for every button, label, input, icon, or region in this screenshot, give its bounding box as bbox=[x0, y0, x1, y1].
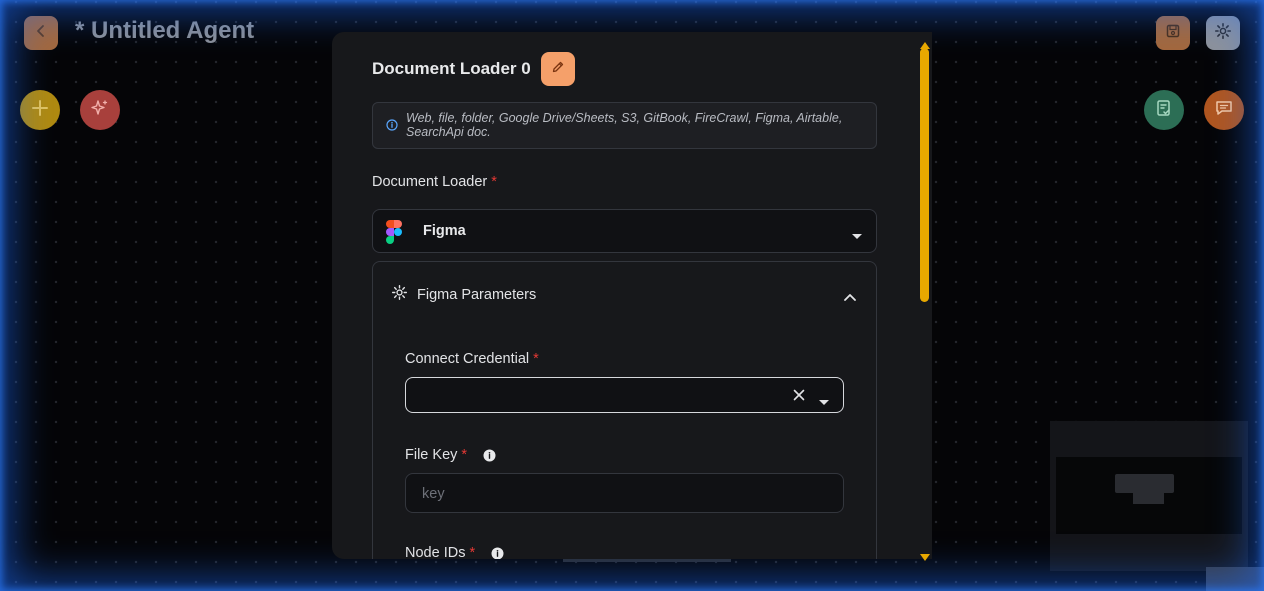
caret-down-icon bbox=[852, 227, 862, 245]
clear-icon[interactable] bbox=[793, 388, 805, 406]
node-config-dialog: Document Loader 0 Web, file, folder, Goo… bbox=[332, 32, 932, 559]
minimap-node bbox=[1115, 474, 1174, 493]
generate-button[interactable] bbox=[80, 90, 120, 130]
file-key-input[interactable] bbox=[420, 474, 824, 514]
minimap-node bbox=[1133, 493, 1164, 504]
sparkles-icon bbox=[90, 98, 110, 123]
file-key-label-text: File Key bbox=[405, 447, 458, 463]
validate-button[interactable] bbox=[1144, 90, 1184, 130]
chevron-up-icon[interactable] bbox=[844, 288, 856, 306]
required-mark: * bbox=[461, 447, 468, 463]
file-key-label: File Key * bbox=[405, 447, 496, 463]
save-button[interactable] bbox=[1156, 16, 1190, 50]
required-mark: * bbox=[533, 351, 539, 367]
document-loader-select[interactable]: Figma bbox=[372, 209, 877, 253]
node-ids-label: Node IDs * bbox=[405, 545, 504, 559]
parameters-title: Figma Parameters bbox=[417, 286, 537, 303]
agent-title: * Untitled Agent bbox=[75, 17, 255, 44]
gear-icon bbox=[1214, 22, 1232, 45]
caret-down-icon[interactable] bbox=[819, 393, 829, 411]
node-ids-label-text: Node IDs bbox=[405, 545, 466, 559]
connect-credential-label: Connect Credential * bbox=[405, 351, 539, 367]
minimap[interactable] bbox=[1050, 421, 1248, 571]
info-icon bbox=[386, 118, 398, 136]
chat-icon bbox=[1214, 98, 1234, 123]
canvas-controls[interactable] bbox=[1206, 567, 1264, 591]
document-loader-label: Document Loader * bbox=[372, 174, 497, 190]
file-key-field[interactable] bbox=[405, 473, 844, 514]
checklist-icon bbox=[1154, 98, 1174, 123]
chat-button[interactable] bbox=[1204, 90, 1244, 130]
pencil-icon bbox=[551, 60, 565, 79]
document-loader-value: Figma bbox=[423, 223, 466, 239]
scroll-down-arrow[interactable] bbox=[920, 548, 930, 566]
scrollbar-thumb[interactable] bbox=[920, 48, 929, 302]
document-loader-label-text: Document Loader bbox=[372, 174, 488, 190]
plus-icon bbox=[30, 98, 50, 123]
edit-name-button[interactable] bbox=[540, 52, 575, 86]
info-icon[interactable] bbox=[483, 449, 496, 462]
description-box: Web, file, folder, Google Drive/Sheets, … bbox=[372, 102, 877, 149]
required-mark: * bbox=[491, 174, 497, 190]
figma-logo-icon bbox=[386, 220, 402, 249]
add-node-button[interactable] bbox=[20, 90, 60, 130]
description-text: Web, file, folder, Google Drive/Sheets, … bbox=[406, 111, 843, 139]
connect-credential-label-text: Connect Credential bbox=[405, 351, 530, 367]
save-icon bbox=[1165, 23, 1181, 44]
settings-button[interactable] bbox=[1206, 16, 1240, 50]
info-icon[interactable] bbox=[491, 547, 504, 559]
parameters-header[interactable]: Figma Parameters bbox=[391, 284, 536, 305]
required-mark: * bbox=[469, 545, 476, 559]
chevron-left-icon bbox=[34, 24, 48, 43]
gear-icon bbox=[391, 284, 408, 305]
dialog-title: Document Loader 0 bbox=[372, 59, 531, 78]
back-button[interactable] bbox=[24, 16, 58, 50]
credential-select[interactable] bbox=[405, 377, 844, 413]
